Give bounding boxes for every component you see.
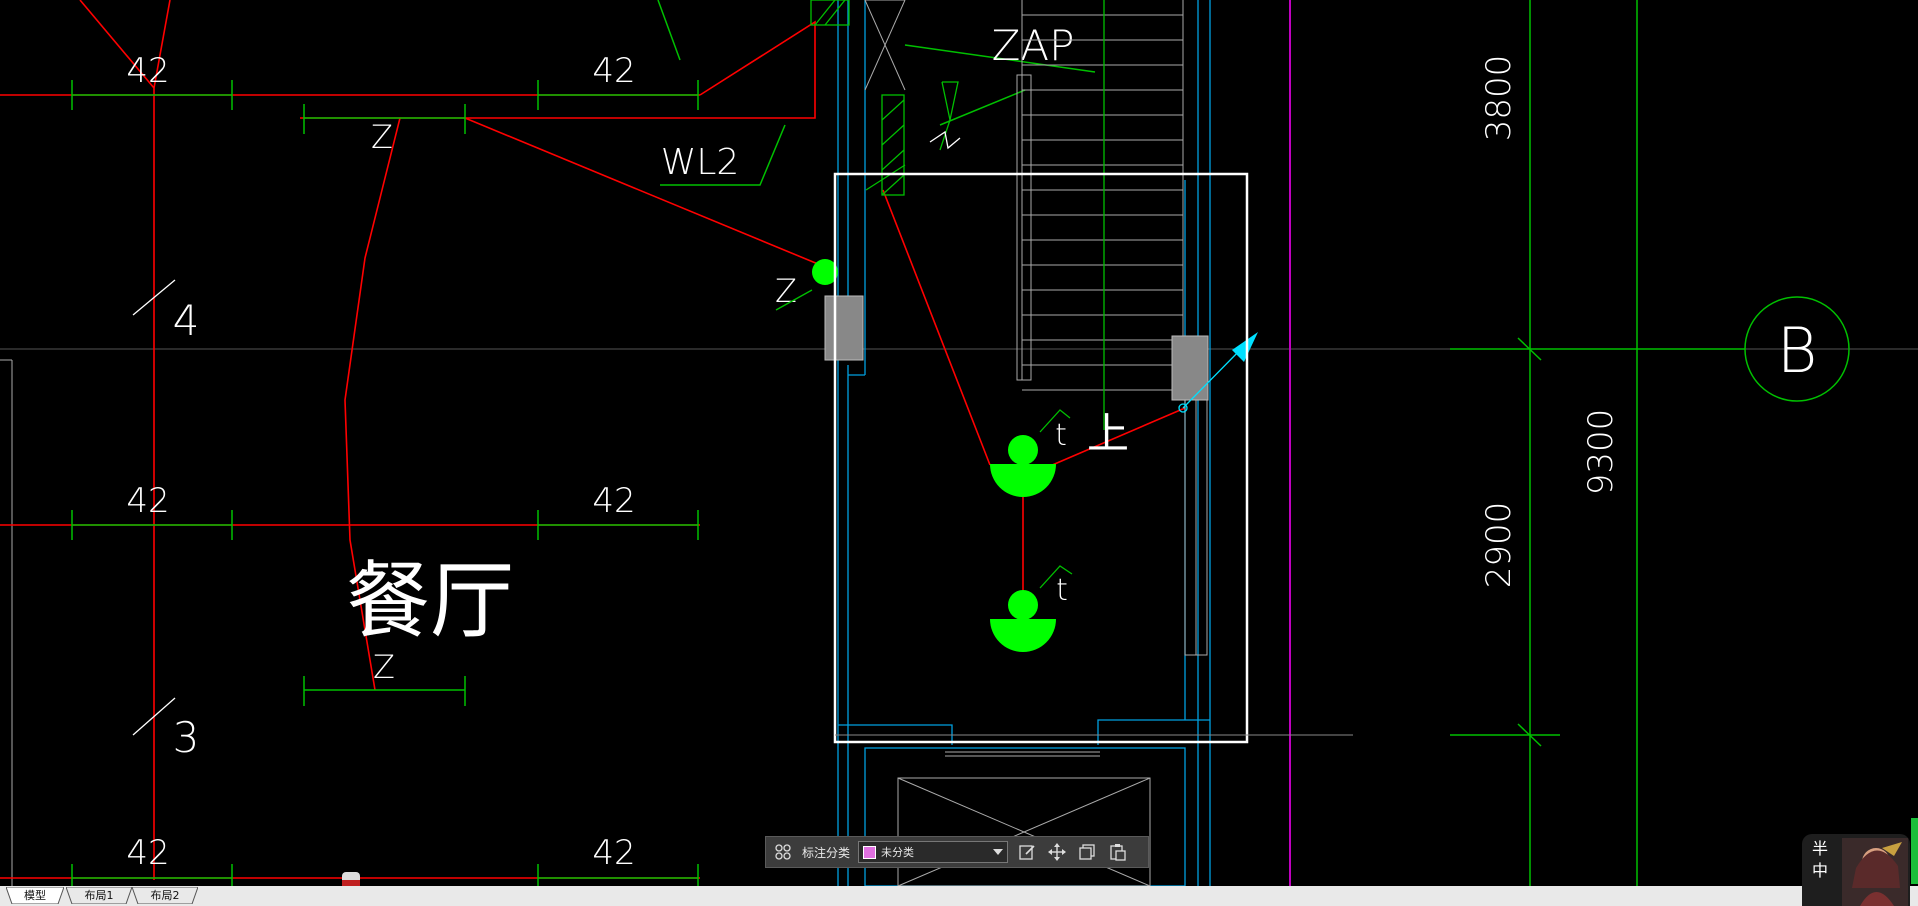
category-color-swatch	[863, 845, 877, 859]
marker-label-z: Z	[371, 118, 393, 156]
category-value: 未分类	[881, 846, 915, 859]
category-select[interactable]: 未分类	[858, 841, 1009, 863]
circuit-label-zap: ZAP	[992, 21, 1075, 70]
vertical-dim-9300: 9300	[1581, 409, 1621, 496]
dim-label-42: 42	[592, 481, 635, 521]
paste-icon[interactable]	[1106, 841, 1128, 863]
cad-drawing-canvas[interactable]: B 3800 9300 2900 42 42 42 42 42 42 WL2 Z…	[0, 0, 1918, 906]
slash-label-3: 3	[173, 713, 200, 762]
tab-model[interactable]: 模型	[6, 887, 64, 904]
lamp-label-t: t	[1055, 418, 1067, 453]
tab-layout1-label: 布局1	[84, 889, 114, 902]
slash-label-4: 4	[173, 296, 200, 345]
chevron-down-icon	[993, 849, 1004, 855]
tab-layout2-label: 布局2	[150, 889, 180, 902]
circuit-label-wl2: WL2	[661, 142, 740, 183]
annotation-toolbar: 标注分类 未分类	[765, 836, 1149, 868]
dim-label-42: 42	[126, 481, 169, 521]
green-dimension-lines	[71, 0, 1096, 886]
dim-label-42: 42	[126, 51, 169, 91]
avatar	[1842, 838, 1908, 906]
break-symbol	[929, 130, 961, 150]
assistant-widget[interactable]: 半 中	[1802, 834, 1910, 906]
marker-label-z: Z	[373, 648, 395, 686]
cursor-arrow-icon	[1232, 332, 1258, 362]
ceiling-lamp[interactable]	[990, 590, 1056, 652]
vertical-dim-2900: 2900	[1479, 502, 1519, 589]
lamp-label-t: t	[1056, 573, 1068, 608]
axis-bubble-label: B	[1777, 314, 1818, 387]
tab-layout1[interactable]: 布局1	[66, 887, 132, 904]
layout-tab-bar: 模型 布局1 布局2	[0, 886, 1918, 906]
edit-icon[interactable]	[1016, 841, 1038, 863]
dim-label-42: 42	[592, 833, 635, 873]
vertical-dim-3800: 3800	[1479, 55, 1519, 142]
dim-label-42: 42	[126, 833, 169, 873]
grid-icon[interactable]	[772, 841, 794, 863]
move-icon[interactable]	[1046, 841, 1068, 863]
copy-icon[interactable]	[1076, 841, 1098, 863]
tab-model-label: 模型	[24, 889, 46, 902]
assistant-chars: 半 中	[1812, 839, 1829, 880]
switch-box[interactable]	[824, 295, 864, 361]
tab-layout2[interactable]: 布局2	[132, 887, 198, 904]
switch-box[interactable]	[1171, 335, 1209, 401]
side-status-strip	[1911, 818, 1918, 884]
stair-up-label: 上	[1087, 409, 1129, 458]
category-label: 标注分类	[802, 845, 851, 860]
room-label: 餐厅	[346, 552, 514, 650]
ceiling-lamp[interactable]	[990, 435, 1056, 497]
dim-label-42: 42	[592, 51, 635, 91]
